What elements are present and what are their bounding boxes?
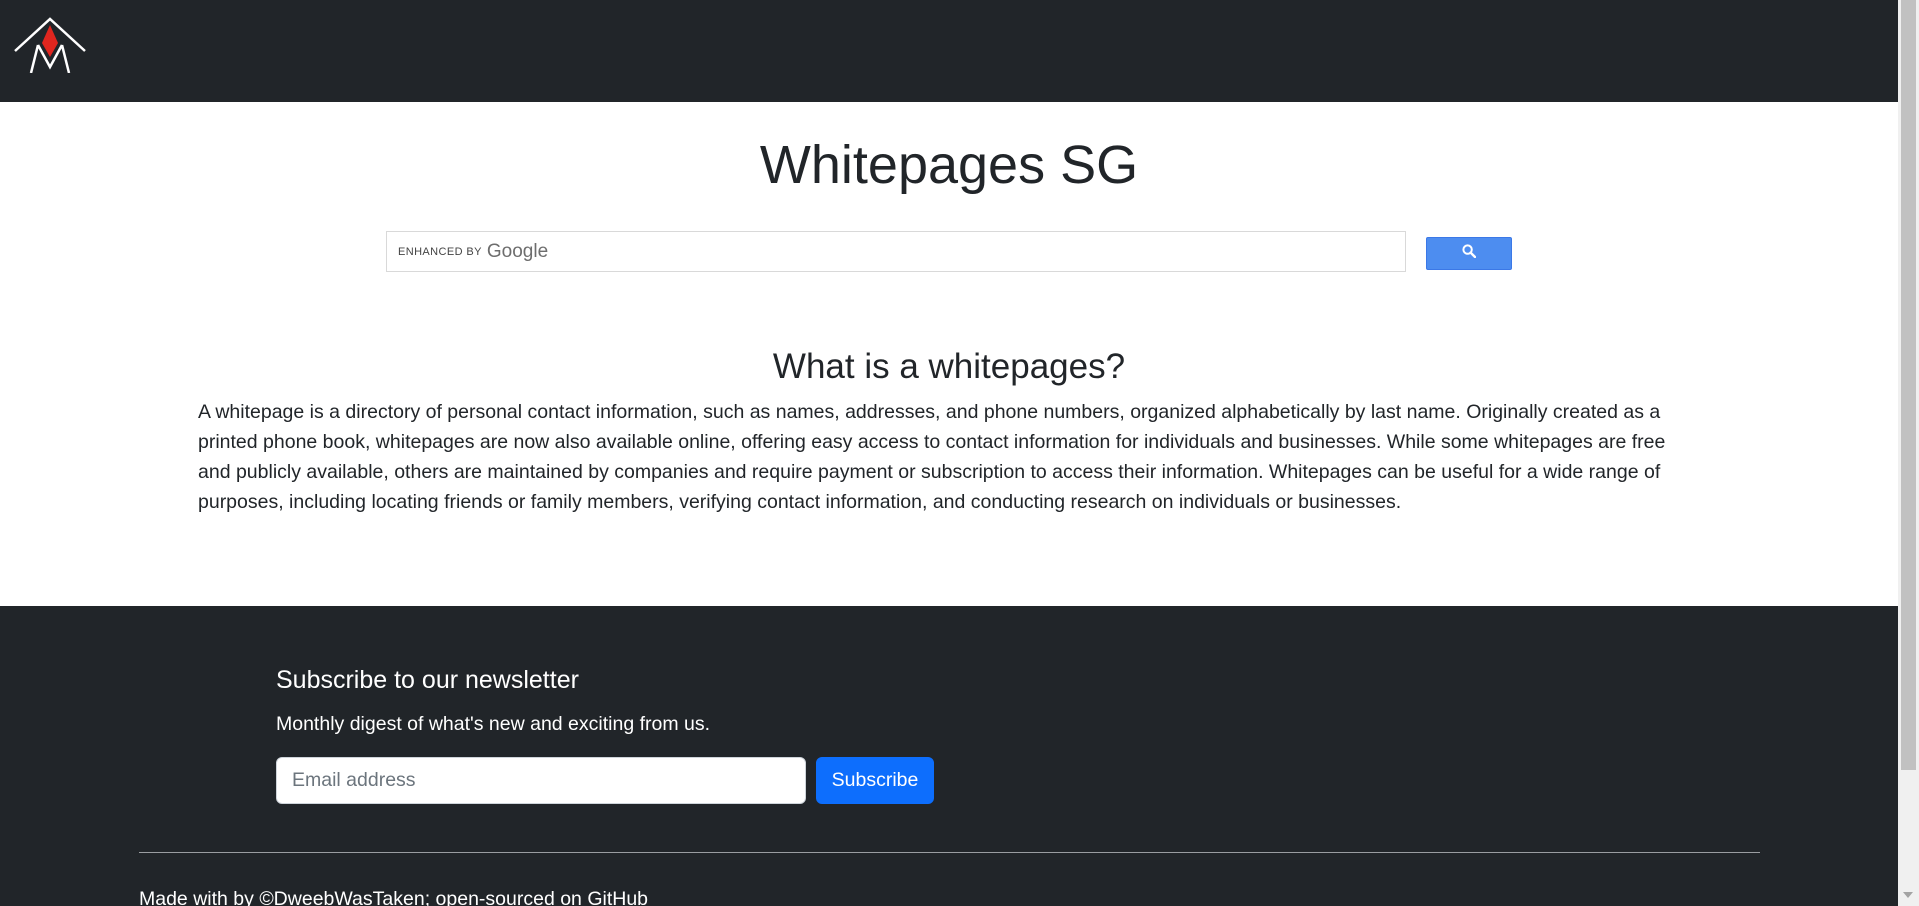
mountain-logo-icon[interactable] [13,17,87,74]
scrollbar[interactable] [1898,0,1919,906]
subscribe-button[interactable]: Subscribe [816,757,934,804]
footer-credit: Made with by ©DweebWasTaken; open-source… [139,886,648,906]
about-paragraph: A whitepage is a directory of personal c… [198,401,1666,513]
author-link[interactable]: ©DweebWasTaken [259,888,424,906]
scrollbar-thumb[interactable] [1901,0,1916,770]
scroll-down-arrow-icon[interactable] [1903,892,1913,898]
search-box[interactable]: ENHANCED BY Google [386,231,1409,273]
navbar [0,0,1898,102]
newsletter-heading: Subscribe to our newsletter [276,666,579,694]
search-icon [1462,244,1477,263]
search-input[interactable] [387,232,1409,273]
main-content: Whitepages SG ENHANCED BY Google What is… [0,102,1898,606]
footer: Subscribe to our newsletter Monthly dige… [0,606,1898,906]
about-heading: What is a whitepages? [772,347,1126,386]
newsletter-subtext: Monthly digest of what's new and excitin… [276,713,711,735]
credit-middle: ; open-sourced on [424,888,588,906]
search-button[interactable] [1426,237,1512,270]
page-title: Whitepages SG [759,135,1139,195]
github-link[interactable]: GitHub [587,888,648,906]
email-input[interactable] [276,757,806,804]
footer-divider [139,852,1760,853]
page: Whitepages SG ENHANCED BY Google What is… [0,0,1898,906]
credit-prefix: Made with by [139,888,260,906]
